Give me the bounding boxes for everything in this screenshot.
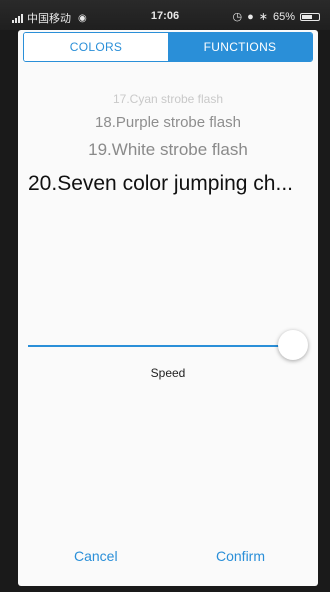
picker-item[interactable]: 17.Cyan strobe flash <box>18 92 318 106</box>
battery-percent: 65% <box>272 10 295 23</box>
picker-item[interactable]: 18.Purple strobe flash <box>18 114 318 131</box>
battery-icon <box>300 12 320 21</box>
function-dialog: COLORS FUNCTIONS 17.Cyan strobe flash 18… <box>18 30 318 586</box>
speed-label: Speed <box>150 366 186 380</box>
alarm-icon: ◷ <box>232 11 243 23</box>
picker-item[interactable]: 19.White strobe flash <box>18 140 318 160</box>
tab-functions[interactable]: FUNCTIONS <box>168 33 312 61</box>
lock-icon: ● <box>247 10 254 23</box>
bluetooth-icon: ∗ <box>258 11 268 23</box>
status-right: ◷ ● ∗ 65% <box>232 10 320 23</box>
speed-slider-track[interactable] <box>28 345 298 347</box>
picker-item-selected[interactable]: 20.Seven color jumping ch... <box>28 172 318 196</box>
app-screen: 中国移动 ◉ 17:06 ◷ ● ∗ 65% COLORS FUNCTIONS … <box>0 0 330 592</box>
status-bar: 中国移动 ◉ 17:06 ◷ ● ∗ 65% <box>0 0 330 30</box>
speed-slider-thumb[interactable] <box>277 330 308 360</box>
cancel-button[interactable]: Cancel <box>74 548 118 564</box>
battery-fill <box>302 14 313 19</box>
confirm-button[interactable]: Confirm <box>216 548 265 564</box>
tab-colors[interactable]: COLORS <box>24 33 168 61</box>
tab-bar: COLORS FUNCTIONS <box>23 32 313 62</box>
